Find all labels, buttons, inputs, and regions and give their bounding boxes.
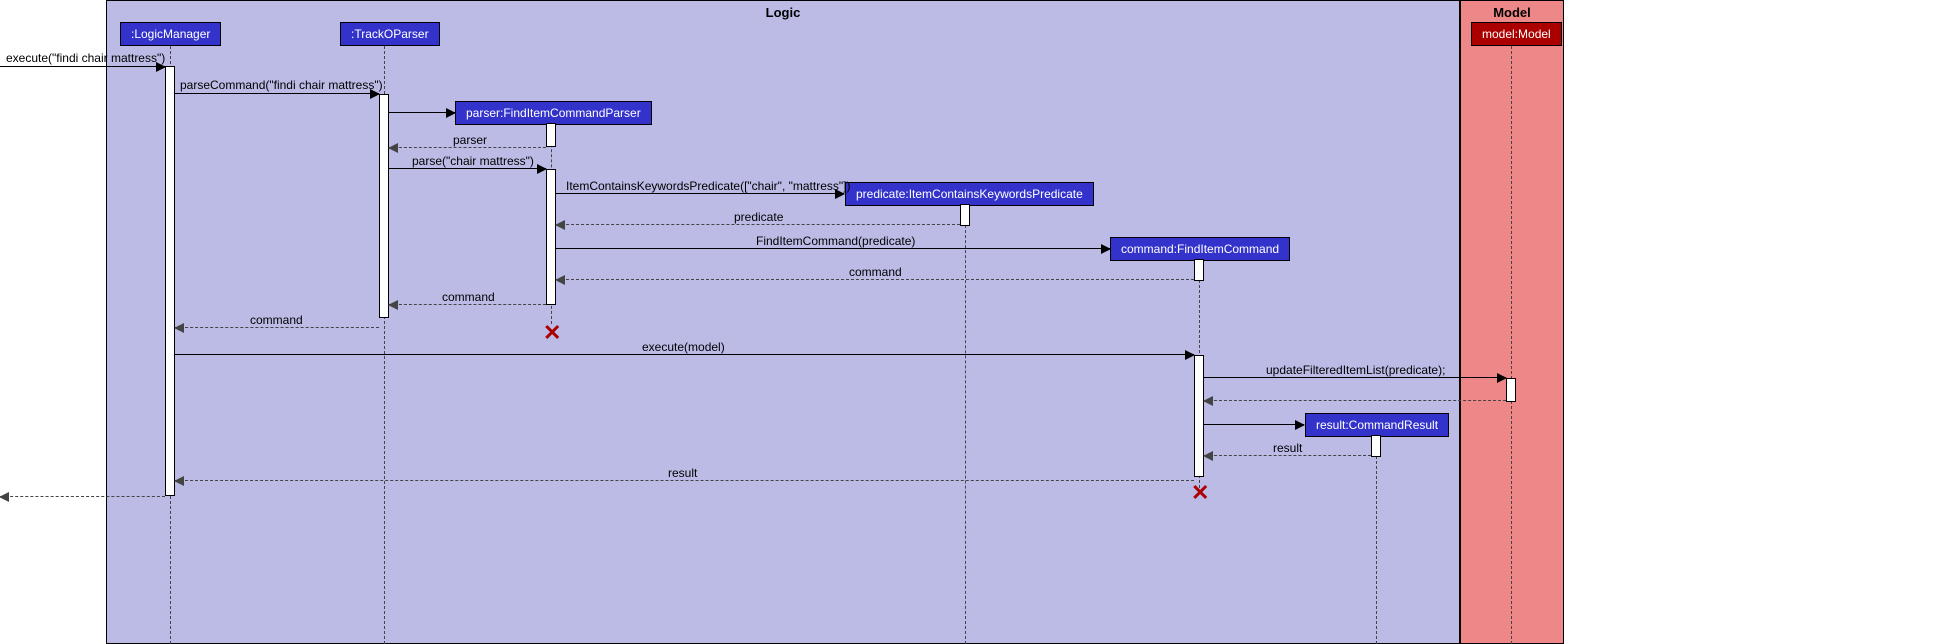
msg-return-predicate: predicate xyxy=(734,210,783,224)
arrow-final-return xyxy=(0,496,165,497)
logic-title: Logic xyxy=(107,1,1459,24)
msg-execute-model: execute(model) xyxy=(642,340,725,354)
commandresult-activation xyxy=(1371,435,1381,457)
arrow-return-result-2 xyxy=(175,480,1194,481)
model-activation xyxy=(1506,378,1516,402)
msg-parse: parse("chair mattress") xyxy=(412,154,534,168)
arrow-execute xyxy=(0,66,165,67)
predicate-participant: predicate:ItemContainsKeywordsPredicate xyxy=(845,182,1094,206)
destroy-icon: ✕ xyxy=(543,322,561,344)
arrow-execute-model xyxy=(175,354,1194,355)
logicmanager-activation xyxy=(165,66,175,496)
msg-return-command-1: command xyxy=(849,265,902,279)
msg-return-result-1: result xyxy=(1273,441,1302,455)
trackoparser-participant: :TrackOParser xyxy=(340,22,440,46)
arrow-create-parser xyxy=(389,112,455,113)
msg-return-parser: parser xyxy=(453,133,487,147)
arrow-return-command-2 xyxy=(389,304,546,305)
arrow-create-result xyxy=(1204,424,1304,425)
model-title: Model xyxy=(1461,1,1563,24)
finditemcommand-activation-1 xyxy=(1194,259,1204,281)
arrow-parse xyxy=(389,168,546,169)
msg-predicate-new: ItemContainsKeywordsPredicate(["chair", … xyxy=(566,179,850,193)
arrow-return-predicate xyxy=(556,224,960,225)
arrow-return-parser xyxy=(389,147,546,148)
msg-command-new: FindItemCommand(predicate) xyxy=(756,234,915,248)
finditemcommandparser-activation-1 xyxy=(546,123,556,147)
logicmanager-participant: :LogicManager xyxy=(120,22,221,46)
destroy-icon: ✕ xyxy=(1191,482,1209,504)
msg-update-filtered: updateFilteredItemList(predicate); xyxy=(1266,363,1445,377)
trackoparser-activation xyxy=(379,94,389,318)
msg-return-result-2: result xyxy=(668,466,697,480)
arrow-return-model xyxy=(1204,400,1506,401)
predicate-activation xyxy=(960,204,970,226)
model-lifeline xyxy=(1511,46,1512,644)
predicate-lifeline xyxy=(965,205,966,644)
arrow-update-filtered xyxy=(1204,377,1506,378)
commandresult-lifeline xyxy=(1376,436,1377,644)
msg-parsecommand: parseCommand("findi chair mattress") xyxy=(180,78,383,92)
logic-participant-box: Logic xyxy=(106,0,1460,644)
model-participant-box: Model xyxy=(1460,0,1564,644)
arrow-return-command-3 xyxy=(175,327,379,328)
arrow-parsecommand xyxy=(175,93,379,94)
msg-return-command-3: command xyxy=(250,313,303,327)
finditemcommandparser-participant: parser:FindItemCommandParser xyxy=(455,101,652,125)
msg-execute: execute("findi chair mattress") xyxy=(6,51,165,65)
model-participant: model:Model xyxy=(1471,22,1562,46)
arrow-command-new xyxy=(556,248,1110,249)
finditemcommand-participant: command:FindItemCommand xyxy=(1110,237,1290,261)
msg-return-command-2: command xyxy=(442,290,495,304)
commandresult-participant: result:CommandResult xyxy=(1305,413,1449,437)
arrow-return-command-1 xyxy=(556,279,1194,280)
arrow-predicate-new xyxy=(556,193,844,194)
arrow-return-result-1 xyxy=(1204,455,1371,456)
